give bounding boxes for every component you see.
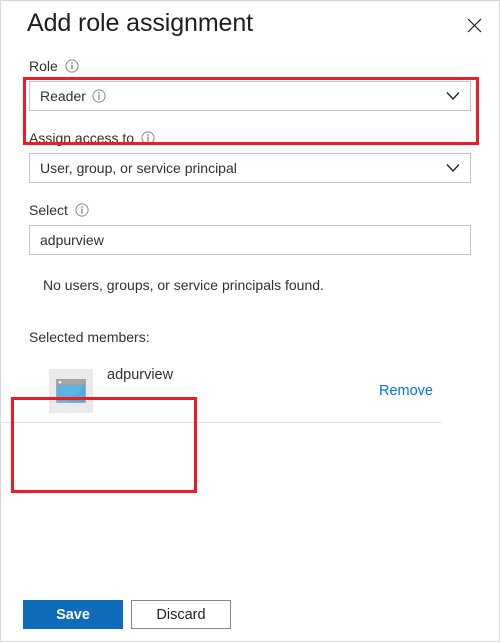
panel-header: Add role assignment [1, 1, 499, 57]
footer-actions: Save Discard [1, 600, 499, 629]
assign-access-to-label: Assign access to [29, 130, 135, 146]
role-dropdown[interactable]: Reader [29, 81, 471, 111]
select-label: Select [29, 202, 68, 218]
close-button[interactable] [459, 10, 489, 40]
chevron-down-icon [446, 161, 460, 175]
field-select: Select adpurview [1, 201, 499, 255]
selected-members-list: adpurview Remove [1, 359, 499, 423]
page-title: Add role assignment [27, 9, 254, 37]
avatar [49, 368, 93, 413]
list-item: adpurview Remove [1, 359, 441, 423]
remove-member-link[interactable]: Remove [379, 383, 433, 399]
role-label: Role [29, 58, 58, 74]
info-icon[interactable] [65, 59, 79, 73]
selected-members-label: Selected members: [29, 329, 150, 345]
form-body: Role Reader Assign access to User, group… [1, 57, 499, 423]
select-input-value: adpurview [40, 232, 104, 248]
service-principal-app-icon [56, 378, 86, 403]
assign-access-to-value: User, group, or service principal [40, 160, 237, 176]
role-label-row: Role [29, 57, 471, 75]
discard-button[interactable]: Discard [131, 600, 231, 629]
chevron-down-icon [446, 89, 460, 103]
info-icon[interactable] [75, 203, 89, 217]
save-button[interactable]: Save [23, 600, 123, 629]
assign-access-to-dropdown[interactable]: User, group, or service principal [29, 153, 471, 183]
role-value: Reader [40, 88, 86, 104]
select-label-row: Select [29, 201, 471, 219]
no-results-message: No users, groups, or service principals … [43, 277, 324, 293]
info-icon[interactable] [92, 89, 106, 103]
assign-access-label-row: Assign access to [29, 129, 471, 147]
select-input[interactable]: adpurview [29, 225, 471, 255]
info-icon[interactable] [141, 131, 155, 145]
close-icon [467, 18, 482, 33]
field-assign-access-to: Assign access to User, group, or service… [1, 129, 499, 183]
field-role: Role Reader [1, 57, 499, 111]
member-name: adpurview [107, 367, 174, 383]
